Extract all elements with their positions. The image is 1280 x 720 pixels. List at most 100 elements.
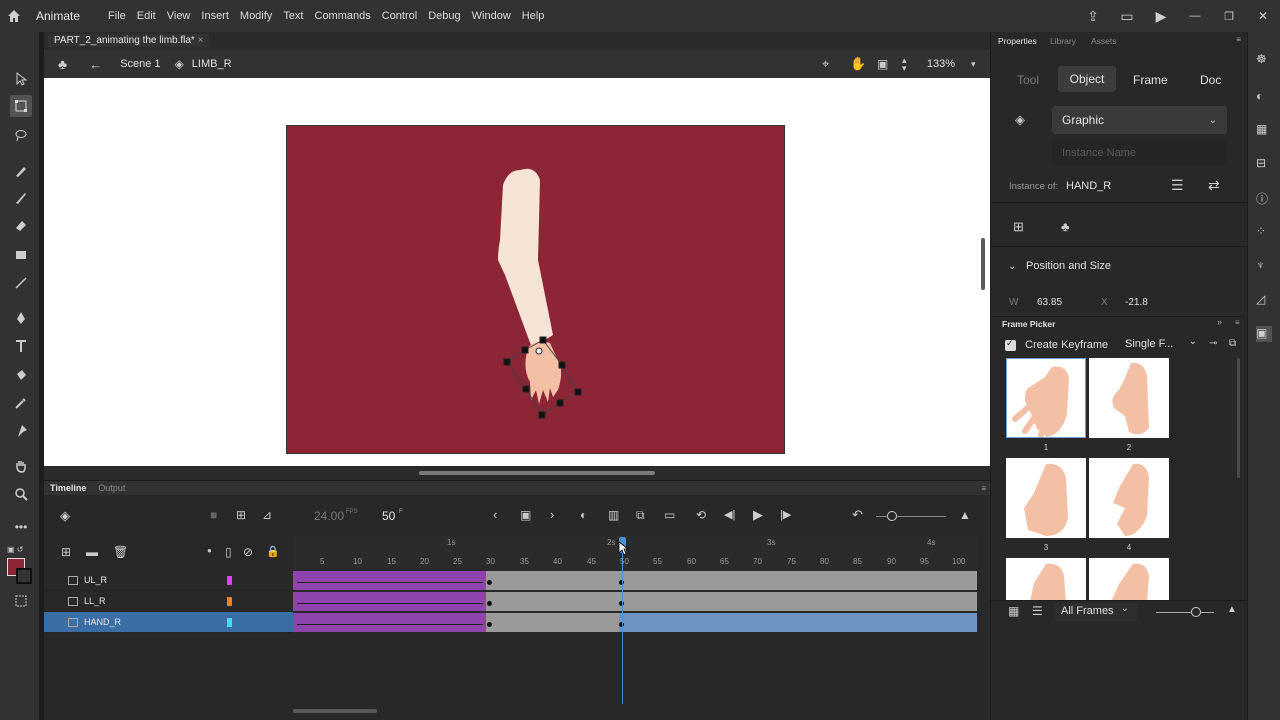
layer-name[interactable]: UL_R (84, 575, 107, 585)
grid-view-icon[interactable]: ▦ (1008, 604, 1019, 618)
home-icon[interactable] (0, 0, 28, 32)
frame-picker-scrollbar[interactable] (1237, 358, 1240, 478)
color-swap-icon[interactable]: ▣ ↺ (7, 543, 33, 554)
menu-control[interactable]: Control (382, 10, 417, 22)
paint-bucket-tool-icon[interactable] (10, 364, 32, 386)
more-tools-icon[interactable]: ••• (10, 516, 32, 538)
list-view-icon[interactable]: ☰ (1032, 604, 1043, 618)
keyframe-dot[interactable] (487, 601, 492, 606)
minimize-icon[interactable]: — (1178, 10, 1212, 22)
copy-icon[interactable]: ⧉ (1229, 338, 1236, 349)
frame-mode-select[interactable]: Single F... ⌄ (1117, 336, 1203, 354)
lock-icon[interactable]: 🔒 (266, 545, 280, 558)
layer-name[interactable]: HAND_R (84, 617, 121, 627)
insert-blank-icon[interactable]: ▭ (664, 508, 675, 522)
workspace-icon[interactable]: ▭ (1110, 8, 1144, 25)
close-icon[interactable]: ✕ (1246, 9, 1280, 23)
zoom-dropdown-icon[interactable]: ▾ (971, 59, 976, 70)
frame-row-ul-r[interactable] (293, 570, 977, 591)
menu-edit[interactable]: Edit (137, 10, 156, 22)
new-layer-icon[interactable]: ⊞ (61, 545, 71, 559)
frame-ruler[interactable]: 1s 2s 3s 4s 5 10 15 20 25 30 35 40 45 50… (293, 536, 977, 570)
layer-name[interactable]: LL_R (84, 596, 106, 606)
layers-icon[interactable]: ◈ (60, 508, 70, 524)
swap-symbol-icon[interactable]: ⇄ (1208, 177, 1220, 194)
eraser-tool-icon[interactable] (10, 215, 32, 237)
symbol-transform-icon[interactable]: ♣ (1061, 219, 1070, 234)
snap-icon[interactable] (10, 590, 32, 612)
center-stage-icon[interactable]: ⌖ (822, 56, 829, 72)
static-frames-span[interactable] (486, 592, 977, 611)
section-position-size[interactable]: Position and Size (1026, 260, 1111, 272)
static-frames-span[interactable] (486, 571, 977, 590)
timeline-zoom-thumb[interactable] (887, 511, 897, 521)
back-arrow-icon[interactable]: ← (89, 57, 102, 72)
menu-commands[interactable]: Commands (315, 10, 371, 22)
step-forward-icon[interactable]: |▶ (780, 508, 791, 521)
eyedropper-tool-icon[interactable] (10, 392, 32, 414)
frame-thumbnail[interactable] (1089, 558, 1169, 602)
frame-thumbnail[interactable] (1006, 558, 1086, 602)
delete-layer-icon[interactable]: 🗑 (113, 545, 128, 559)
undo-icon[interactable]: ↶ (852, 507, 863, 523)
stage-rotate-icon[interactable]: ✋ (850, 56, 866, 72)
tab-properties[interactable]: Properties (998, 36, 1037, 46)
pin-tool-icon[interactable] (10, 420, 32, 442)
timeline-scrollbar-thumb[interactable] (293, 709, 377, 713)
playhead-line[interactable] (622, 546, 623, 704)
selected-frames-span[interactable] (619, 613, 977, 632)
layer-color-swatch[interactable] (227, 596, 232, 606)
chevron-down-icon[interactable]: ⌄ (1008, 261, 1016, 272)
layer-parenting-icon[interactable]: ⊞ (236, 508, 246, 522)
layer-row[interactable]: LL_R (44, 591, 293, 612)
selection-tool-icon[interactable] (10, 68, 32, 90)
subtab-object[interactable]: Object (1058, 66, 1116, 92)
create-keyframe-checkbox[interactable]: ✓ (1005, 338, 1016, 351)
paint-brush-tool-icon[interactable] (10, 187, 32, 209)
stage-horizontal-scrollbar[interactable] (44, 466, 990, 480)
frame-thumbnail[interactable] (1006, 358, 1086, 438)
static-frames-span[interactable] (486, 613, 619, 632)
transform-dock-icon[interactable]: ◿ (1256, 292, 1272, 308)
rectangle-tool-icon[interactable] (10, 244, 32, 266)
swatches-dock-icon[interactable]: ▦ (1256, 122, 1272, 138)
prev-keyframe-icon[interactable]: ‹ (493, 507, 497, 522)
subtab-tool[interactable]: Tool (1017, 73, 1039, 87)
layer-row[interactable]: UL_R (44, 570, 293, 591)
document-tab[interactable]: PART_2_animating the limb.fla* × (48, 34, 210, 47)
outline-icon[interactable]: ▯ (225, 545, 232, 559)
color-dock-icon[interactable]: ◐ (1256, 89, 1272, 105)
output-tab[interactable]: Output (98, 483, 125, 493)
instance-of-value[interactable]: HAND_R (1066, 180, 1111, 192)
zoom-tool-icon[interactable] (10, 483, 32, 505)
new-folder-icon[interactable]: ▬ (86, 545, 98, 559)
fit-frames-icon[interactable]: ▲ (959, 508, 971, 522)
play-icon[interactable]: ▶ (753, 507, 763, 523)
thumbnail-size-slider[interactable] (1156, 612, 1214, 613)
edit-multiple-frames-icon[interactable]: ▥ (608, 508, 619, 522)
line-tool-icon[interactable] (10, 272, 32, 294)
layer-depth-icon[interactable]: ⊿ (262, 508, 272, 522)
zoom-level[interactable]: 133% (914, 58, 968, 70)
menu-insert[interactable]: Insert (201, 10, 229, 22)
frame-row-ll-r[interactable] (293, 591, 977, 612)
menu-debug[interactable]: Debug (428, 10, 460, 22)
motion-tween-span[interactable] (293, 592, 486, 611)
insert-keyframe-icon[interactable]: ▣ (520, 508, 531, 522)
stage-vertical-scrollbar-thumb[interactable] (981, 238, 985, 290)
menu-window[interactable]: Window (472, 10, 511, 22)
frame-picker-dock-icon[interactable]: ▣ (1256, 326, 1272, 342)
frame-thumbnail[interactable] (1089, 458, 1169, 538)
properties-dock-icon[interactable]: ☸ (1256, 52, 1272, 68)
timeline-tab[interactable]: Timeline (50, 483, 86, 493)
align-icon[interactable]: ⊞ (1013, 219, 1024, 235)
keyframe-dot[interactable] (487, 622, 492, 627)
close-tab-icon[interactable]: × (198, 35, 204, 46)
share-icon[interactable]: ⇪ (1076, 8, 1110, 25)
thumbnail-size-thumb[interactable] (1191, 607, 1201, 617)
loop-icon[interactable]: ⟲ (696, 508, 706, 522)
instance-name-input[interactable]: Instance Name (1052, 140, 1227, 165)
arm-drawing[interactable] (490, 160, 600, 420)
clip-content-icon[interactable]: ▣ (877, 57, 888, 71)
free-transform-tool-icon[interactable] (10, 95, 32, 117)
